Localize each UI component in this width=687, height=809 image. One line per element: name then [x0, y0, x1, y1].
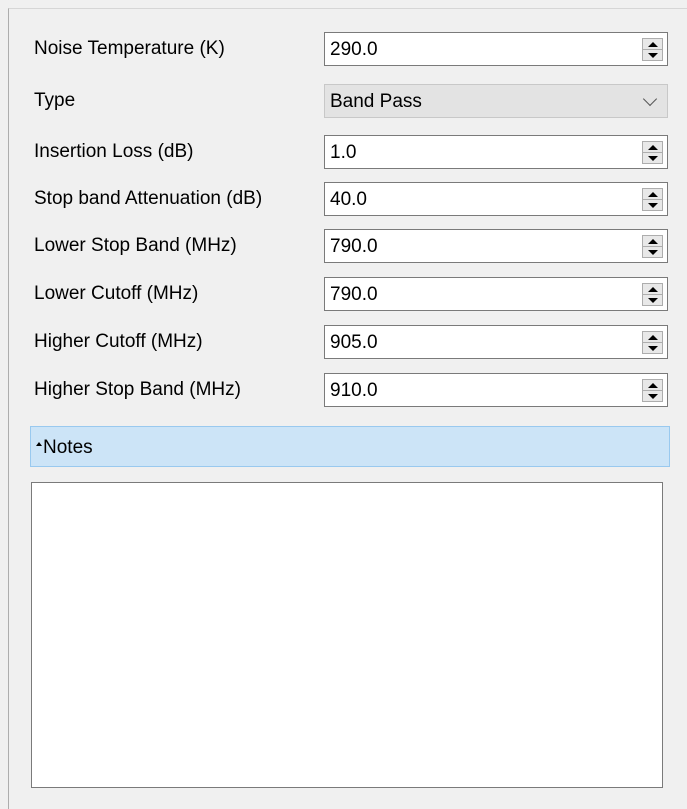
spinner-down-icon[interactable] [643, 247, 662, 258]
spinner-up-icon[interactable] [643, 380, 662, 391]
spinner-up-icon[interactable] [643, 189, 662, 200]
chevron-down-icon[interactable] [642, 91, 658, 107]
notes-section-header[interactable]: Notes [30, 426, 670, 467]
lower-stop-band-field[interactable]: 790.0 [324, 229, 668, 263]
spinner-down-icon[interactable] [643, 200, 662, 211]
row-noise-temperature: Noise Temperature (K) 290.0 [26, 32, 670, 66]
type-selected-value[interactable]: Band Pass [330, 85, 422, 119]
lower-cutoff-spinner[interactable] [642, 283, 663, 306]
row-type: Type Band Pass [26, 84, 670, 118]
lower-cutoff-label: Lower Cutoff (MHz) [34, 283, 199, 304]
spinner-down-icon[interactable] [643, 153, 662, 164]
stop-band-attenuation-value[interactable]: 40.0 [330, 183, 367, 217]
collapse-caret-icon[interactable] [36, 442, 42, 446]
higher-stop-band-value[interactable]: 910.0 [330, 374, 378, 408]
lower-stop-band-spinner[interactable] [642, 235, 663, 258]
higher-stop-band-field[interactable]: 910.0 [324, 373, 668, 407]
insertion-loss-label: Insertion Loss (dB) [34, 141, 194, 162]
notes-header-label: Notes [43, 437, 93, 458]
noise-temperature-value[interactable]: 290.0 [330, 33, 378, 67]
insertion-loss-field[interactable]: 1.0 [324, 135, 668, 169]
row-lower-stop-band: Lower Stop Band (MHz) 790.0 [26, 229, 670, 263]
higher-cutoff-field[interactable]: 905.0 [324, 325, 668, 359]
noise-temperature-field[interactable]: 290.0 [324, 32, 668, 66]
stop-band-attenuation-field[interactable]: 40.0 [324, 182, 668, 216]
notes-textarea[interactable] [31, 482, 663, 788]
properties-window: Noise Temperature (K) 290.0 Type Band Pa… [0, 0, 687, 809]
spinner-down-icon[interactable] [643, 343, 662, 354]
type-dropdown[interactable]: Band Pass [324, 84, 668, 118]
row-lower-cutoff: Lower Cutoff (MHz) 790.0 [26, 277, 670, 311]
higher-stop-band-label: Higher Stop Band (MHz) [34, 379, 241, 400]
spinner-up-icon[interactable] [643, 284, 662, 295]
lower-cutoff-field[interactable]: 790.0 [324, 277, 668, 311]
higher-stop-band-spinner[interactable] [642, 379, 663, 402]
spinner-up-icon[interactable] [643, 332, 662, 343]
spinner-down-icon[interactable] [643, 391, 662, 402]
spinner-up-icon[interactable] [643, 39, 662, 50]
row-stop-band-attenuation: Stop band Attenuation (dB) 40.0 [26, 182, 670, 216]
row-higher-cutoff: Higher Cutoff (MHz) 905.0 [26, 325, 670, 359]
noise-temperature-label: Noise Temperature (K) [34, 38, 225, 59]
higher-cutoff-label: Higher Cutoff (MHz) [34, 331, 203, 352]
stop-band-attenuation-label: Stop band Attenuation (dB) [34, 188, 263, 209]
spinner-up-icon[interactable] [643, 236, 662, 247]
type-label: Type [34, 90, 76, 111]
row-higher-stop-band: Higher Stop Band (MHz) 910.0 [26, 373, 670, 407]
lower-stop-band-value[interactable]: 790.0 [330, 230, 378, 264]
spinner-down-icon[interactable] [643, 50, 662, 61]
noise-temperature-spinner[interactable] [642, 38, 663, 61]
lower-stop-band-label: Lower Stop Band (MHz) [34, 235, 237, 256]
higher-cutoff-value[interactable]: 905.0 [330, 326, 378, 360]
spinner-up-icon[interactable] [643, 142, 662, 153]
insertion-loss-spinner[interactable] [642, 141, 663, 164]
insertion-loss-value[interactable]: 1.0 [330, 136, 356, 170]
row-insertion-loss: Insertion Loss (dB) 1.0 [26, 135, 670, 169]
stop-band-attenuation-spinner[interactable] [642, 188, 663, 211]
higher-cutoff-spinner[interactable] [642, 331, 663, 354]
lower-cutoff-value[interactable]: 790.0 [330, 278, 378, 312]
spinner-down-icon[interactable] [643, 295, 662, 306]
